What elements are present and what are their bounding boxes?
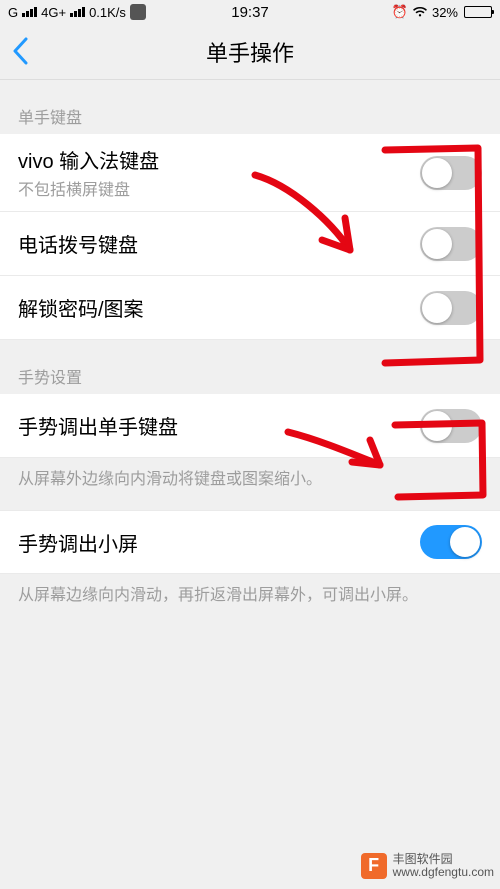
data-speed: 0.1K/s — [89, 5, 126, 20]
toggle-gesture-miniscreen[interactable] — [420, 525, 482, 559]
wechat-icon — [130, 4, 146, 20]
row-subtitle: 不包括横屏键盘 — [18, 176, 159, 200]
alarm-icon: ⏰ — [392, 4, 408, 20]
signal-icon-2 — [70, 7, 85, 17]
toggle-knob — [422, 158, 452, 188]
toggle-knob — [450, 527, 480, 557]
status-bar: G 4G+ 0.1K/s 19:37 ⏰ 32% — [0, 0, 500, 24]
toggle-knob — [422, 229, 452, 259]
battery-pct: 32% — [432, 5, 458, 20]
toggle-unlock[interactable] — [420, 291, 482, 325]
network-4g: 4G+ — [41, 5, 66, 20]
section-header-keyboard: 单手键盘 — [0, 80, 500, 134]
page-title: 单手操作 — [206, 36, 294, 68]
status-right: ⏰ 32% — [392, 4, 492, 20]
row-title: 解锁密码/图案 — [18, 293, 144, 322]
row-title: 手势调出单手键盘 — [18, 411, 178, 440]
toggle-dialer[interactable] — [420, 227, 482, 261]
toggle-knob — [422, 293, 452, 323]
watermark-logo-icon: F — [361, 853, 387, 879]
status-left: G 4G+ 0.1K/s — [8, 4, 146, 20]
row-dialer[interactable]: 电话拨号键盘 — [0, 212, 500, 276]
row-vivo-ime[interactable]: vivo 输入法键盘 不包括横屏键盘 — [0, 134, 500, 212]
section-header-gesture: 手势设置 — [0, 340, 500, 394]
row-unlock[interactable]: 解锁密码/图案 — [0, 276, 500, 340]
row-title: vivo 输入法键盘 — [18, 145, 159, 174]
watermark-line1: 丰图软件园 — [393, 853, 494, 866]
nav-bar: 单手操作 — [0, 24, 500, 80]
note-gesture-keyboard: 从屏幕外边缘向内滑动将键盘或图案缩小。 — [0, 458, 500, 510]
watermark-text: 丰图软件园 www.dgfengtu.com — [393, 853, 494, 879]
status-time: 19:37 — [231, 4, 269, 21]
row-gesture-keyboard[interactable]: 手势调出单手键盘 — [0, 394, 500, 458]
watermark-line2: www.dgfengtu.com — [393, 866, 494, 879]
signal-icon — [22, 7, 37, 17]
back-button[interactable] — [12, 37, 32, 67]
network-g: G — [8, 5, 18, 20]
row-title: 手势调出小屏 — [18, 528, 138, 557]
row-gesture-miniscreen[interactable]: 手势调出小屏 — [0, 510, 500, 574]
row-title: 电话拨号键盘 — [18, 229, 138, 258]
row-label-block: vivo 输入法键盘 不包括横屏键盘 — [18, 145, 159, 200]
toggle-gesture-keyboard[interactable] — [420, 409, 482, 443]
watermark: F 丰图软件园 www.dgfengtu.com — [355, 849, 500, 883]
wifi-icon — [412, 6, 428, 18]
toggle-knob — [422, 411, 452, 441]
toggle-vivo-ime[interactable] — [420, 156, 482, 190]
note-gesture-miniscreen: 从屏幕边缘向内滑动，再折返滑出屏幕外，可调出小屏。 — [0, 574, 500, 626]
battery-icon — [462, 6, 492, 18]
